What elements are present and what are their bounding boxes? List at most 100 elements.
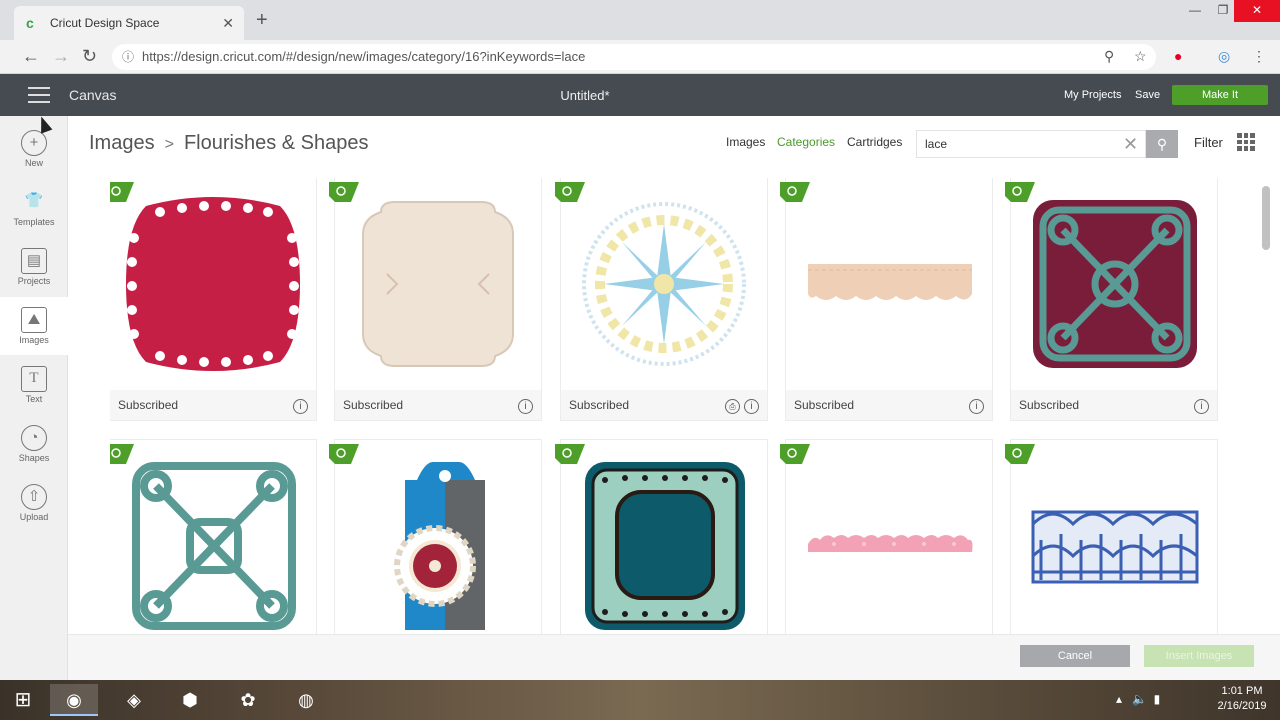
subscribed-badge-icon <box>555 182 585 202</box>
image-thumbnail[interactable] <box>786 440 992 634</box>
sidebar-item-templates[interactable]: 👕 Templates <box>0 179 68 237</box>
url-field[interactable]: ⓘ https://design.cricut.com/#/design/new… <box>112 44 1156 70</box>
image-thumbnail[interactable] <box>110 178 316 390</box>
search-button[interactable]: ⚲ <box>1146 130 1178 158</box>
sidebar-item-upload[interactable]: ⇧ Upload <box>0 474 68 532</box>
breadcrumb-images[interactable]: Images <box>89 132 155 154</box>
insert-images-button[interactable]: Insert Images <box>1144 645 1254 667</box>
system-tray: ▴ 🔈 ▮ <box>1116 692 1160 706</box>
subscribed-badge-icon <box>555 444 585 464</box>
sidebar-item-projects[interactable]: ▤ Projects <box>0 238 68 296</box>
sidebar-item-shapes[interactable]: ◔ Shapes <box>0 415 68 473</box>
url-text: https://design.cricut.com/#/design/new/i… <box>142 49 586 64</box>
image-thumbnail[interactable] <box>335 440 541 634</box>
obs-app-icon[interactable]: ◍ <box>282 684 330 716</box>
image-thumbnail[interactable] <box>786 178 992 390</box>
subscribed-badge-icon <box>110 182 134 202</box>
taskbar-app-icon[interactable]: ✿ <box>224 684 272 716</box>
pinterest-icon[interactable]: ● <box>1174 48 1182 64</box>
canvas-label[interactable]: Canvas <box>69 87 116 103</box>
tab-categories[interactable]: Categories <box>777 135 835 149</box>
star-icon[interactable]: ☆ <box>1134 48 1147 65</box>
zoom-icon[interactable]: ⚲ <box>1104 48 1114 65</box>
my-projects-link[interactable]: My Projects <box>1064 89 1121 101</box>
subscribed-badge-icon <box>329 182 359 202</box>
address-bar: ← → ↻ ⓘ https://design.cricut.com/#/desi… <box>0 40 1280 74</box>
breadcrumb-separator: > <box>164 136 174 153</box>
scrollbar[interactable] <box>1262 186 1270 250</box>
breadcrumb: Images > Flourishes & Shapes <box>89 132 368 155</box>
sidebar-item-images[interactable]: ⛰ Images <box>0 297 68 355</box>
hamburger-menu-icon[interactable] <box>28 87 50 103</box>
info-icon[interactable]: i <box>744 399 759 414</box>
image-card[interactable] <box>780 440 992 634</box>
new-icon: + <box>21 130 47 156</box>
menu-icon[interactable]: ⋮ <box>1252 48 1266 65</box>
info-icon[interactable]: i <box>969 399 984 414</box>
image-thumbnail[interactable] <box>561 440 767 634</box>
sidebar-item-text[interactable]: T Text <box>0 356 68 414</box>
chrome-app-icon[interactable]: ◉ <box>50 684 98 716</box>
tab-cartridges[interactable]: Cartridges <box>847 135 902 149</box>
print-icon: ⎙ <box>725 399 740 414</box>
teal-frame-shape <box>132 462 296 630</box>
image-thumbnail[interactable] <box>1011 440 1217 634</box>
image-card[interactable]: Subscribed ⎙ i <box>555 178 767 420</box>
network-icon[interactable]: ▮ <box>1154 692 1161 706</box>
image-card[interactable] <box>110 440 316 634</box>
windows-start-icon[interactable]: ⊞ <box>0 680 46 720</box>
image-card[interactable] <box>555 440 767 634</box>
info-icon[interactable]: i <box>1194 399 1209 414</box>
image-card[interactable] <box>329 440 541 634</box>
image-card[interactable]: Subscribed i <box>780 178 992 420</box>
taskbar-clock[interactable]: 1:01 PM 2/16/2019 <box>1212 684 1272 714</box>
image-thumbnail[interactable] <box>561 178 767 390</box>
tab-title: Cricut Design Space <box>50 16 160 30</box>
cricut-logo-icon: c <box>26 15 34 31</box>
cancel-button[interactable]: Cancel <box>1020 645 1130 667</box>
blue-lace-shape <box>1031 510 1199 584</box>
info-icon[interactable]: i <box>293 399 308 414</box>
taskbar-app-icon[interactable]: ◈ <box>110 684 158 716</box>
volume-icon[interactable]: 🔈 <box>1132 692 1147 706</box>
browser-tab[interactable]: c Cricut Design Space ✕ <box>14 6 244 40</box>
info-icon[interactable]: i <box>518 399 533 414</box>
image-card[interactable]: Subscribed i <box>110 178 316 420</box>
tab-close-icon[interactable]: ✕ <box>222 15 234 32</box>
sidebar-item-new[interactable]: + New <box>0 120 68 178</box>
reload-icon[interactable]: ↻ <box>82 47 97 65</box>
image-card[interactable]: Subscribed i <box>329 178 541 420</box>
card-footer: Subscribed i <box>786 390 992 420</box>
tray-expand-icon[interactable]: ▴ <box>1116 692 1122 706</box>
make-it-button[interactable]: Make It <box>1172 85 1268 105</box>
windows-taskbar: ⊞ ◉ ◈ ⬢ ✿ ◍ ▴ 🔈 ▮ 1:01 PM 2/16/2019 <box>0 680 1280 720</box>
search-input[interactable] <box>917 131 1107 157</box>
app-header: Canvas Untitled* My Projects Save Make I… <box>0 74 1280 116</box>
search-icon: ⚲ <box>1156 136 1168 152</box>
image-card[interactable]: Subscribed i <box>1005 178 1217 420</box>
new-tab-button[interactable]: + <box>256 10 268 30</box>
image-thumbnail[interactable] <box>1011 178 1217 390</box>
clear-search-icon[interactable]: ✕ <box>1123 135 1138 153</box>
image-thumbnail[interactable] <box>110 440 316 634</box>
extension-icon[interactable]: ◎ <box>1218 48 1230 65</box>
image-thumbnail[interactable] <box>335 178 541 390</box>
browser-tab-bar: c Cricut Design Space ✕ + — ❐ ✕ <box>0 0 1280 40</box>
lace-border-shape <box>808 264 972 300</box>
save-button[interactable]: Save <box>1135 89 1160 101</box>
image-card[interactable] <box>1005 440 1217 634</box>
back-icon[interactable]: ← <box>22 47 40 65</box>
tab-images[interactable]: Images <box>726 135 765 149</box>
minimize-icon[interactable]: — <box>1180 0 1210 22</box>
forward-icon[interactable]: → <box>52 47 70 65</box>
card-status: Subscribed <box>1019 398 1080 412</box>
search-box: ✕ <box>916 130 1146 158</box>
taskbar-app-icon[interactable]: ⬢ <box>166 684 214 716</box>
grid-view-icon[interactable] <box>1237 133 1255 151</box>
filter-button[interactable]: Filter <box>1194 135 1223 150</box>
lock-icon: ⓘ <box>122 50 135 64</box>
card-footer: Subscribed i <box>335 390 541 420</box>
window-close-icon[interactable]: ✕ <box>1234 0 1280 22</box>
sidebar-label: Templates <box>13 217 55 227</box>
subscribed-badge-icon <box>780 444 810 464</box>
